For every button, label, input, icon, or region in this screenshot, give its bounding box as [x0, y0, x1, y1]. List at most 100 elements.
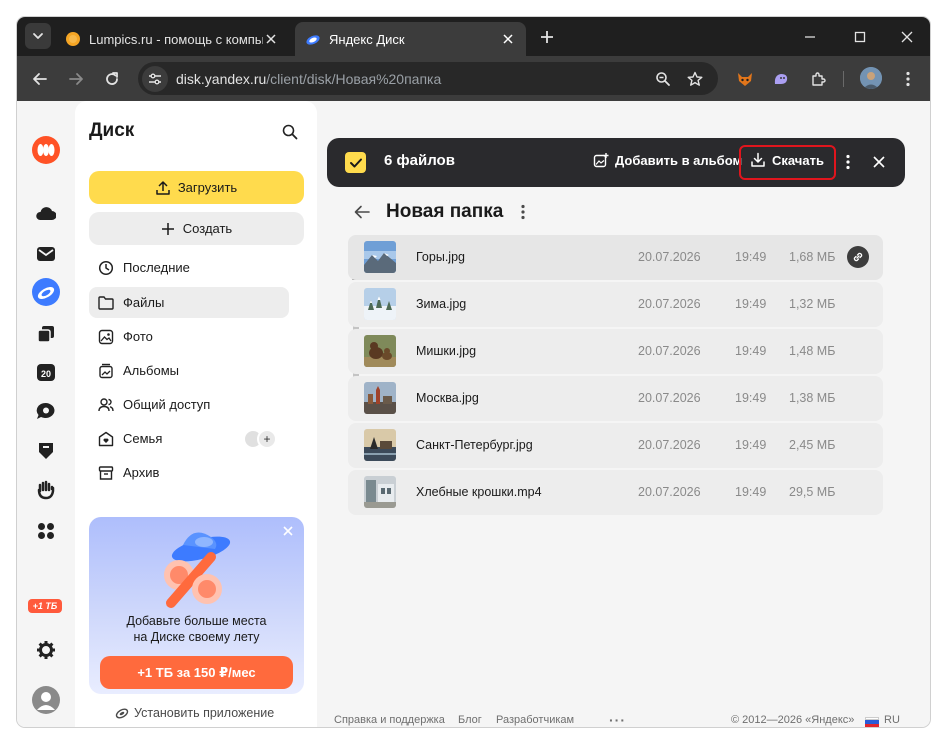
sidebar-item-shared[interactable]: Общий доступ: [89, 389, 289, 420]
file-name: Санкт-Петербург.jpg: [416, 438, 533, 452]
rail-settings[interactable]: [33, 637, 59, 663]
share-link-button[interactable]: [847, 246, 869, 268]
folder-more-button[interactable]: [517, 202, 529, 222]
zoom-icon: [656, 72, 670, 86]
apps-icon: [38, 523, 54, 539]
install-app-link[interactable]: Установить приложение: [115, 706, 274, 720]
sidebar-item-family[interactable]: Семья +: [89, 423, 289, 454]
tab-lumpics[interactable]: Lumpics.ru - помощь с компьютером: [55, 22, 289, 56]
file-date: 20.07.2026: [638, 391, 701, 405]
promo-close-button[interactable]: [280, 523, 296, 539]
language-switcher[interactable]: RU: [884, 714, 900, 726]
chevron-down-icon: [33, 33, 43, 39]
file-date: 20.07.2026: [638, 297, 701, 311]
new-tab-button[interactable]: [536, 26, 558, 48]
arrow-left-icon: [33, 73, 47, 85]
close-window-button[interactable]: [895, 25, 919, 49]
close-icon: [283, 526, 293, 536]
ghost-icon: [774, 74, 788, 84]
maximize-button[interactable]: [848, 25, 872, 49]
rail-hand[interactable]: [33, 477, 59, 503]
yandex-logo[interactable]: [31, 135, 61, 165]
table-row[interactable]: Хлебные крошки.mp4 20.07.2026 19:49 29,5…: [348, 470, 883, 515]
bookmark-button[interactable]: [682, 66, 708, 92]
tab-strip: Lumpics.ru - помощь с компьютером Яндекс…: [17, 17, 930, 56]
profile-avatar[interactable]: [860, 67, 882, 89]
close-icon: [901, 31, 913, 43]
footer-blog-link[interactable]: Блог: [458, 714, 482, 726]
extension-ghost-button[interactable]: [768, 66, 794, 92]
table-row[interactable]: Горы.jpg 20.07.2026 19:49 1,68 МБ: [348, 235, 883, 280]
file-name: Мишки.jpg: [416, 344, 477, 358]
promo-text-line1: Добавьте больше места: [126, 614, 267, 628]
table-row[interactable]: Зима.jpg 20.07.2026 19:49 1,32 МБ: [348, 282, 883, 327]
download-button[interactable]: Скачать: [750, 152, 824, 168]
rail-cloud[interactable]: [33, 200, 59, 226]
rail-messenger[interactable]: [33, 398, 59, 424]
page-content: 20 +1 ТБ Диск Загрузить Создать Последни…: [17, 101, 930, 727]
create-button[interactable]: Создать: [89, 212, 304, 245]
select-all-checkbox[interactable]: [345, 152, 366, 173]
toolbar-separator: [843, 71, 844, 87]
photo-icon: [97, 328, 115, 346]
sidebar-item-photo[interactable]: Фото: [89, 321, 289, 352]
sidebar-item-label: Последние: [123, 260, 190, 275]
orange-circle-icon: [66, 32, 80, 46]
footer-more-button[interactable]: ···: [609, 712, 626, 727]
forward-button[interactable]: [63, 66, 89, 92]
site-info-button[interactable]: [142, 65, 168, 92]
rail-documents[interactable]: [33, 321, 59, 347]
close-icon[interactable]: [263, 31, 279, 47]
search-button[interactable]: [277, 119, 303, 145]
add-to-album-button[interactable]: Добавить в альбом: [593, 152, 742, 168]
rail-calendar[interactable]: 20: [33, 359, 59, 385]
puzzle-icon: [812, 72, 826, 86]
rail-disk[interactable]: [31, 277, 61, 307]
back-to-parent-button[interactable]: [352, 202, 372, 222]
file-size: 1,48 МБ: [789, 344, 836, 358]
minimize-button[interactable]: [798, 25, 822, 49]
rail-all-services[interactable]: [33, 518, 59, 544]
extension-fox-button[interactable]: [732, 66, 758, 92]
sidebar-item-files[interactable]: Файлы: [89, 287, 289, 318]
rail-mail[interactable]: [33, 241, 59, 267]
footer-help-link[interactable]: Справка и поддержка: [334, 714, 445, 726]
file-time: 19:49: [735, 485, 767, 499]
zoom-button[interactable]: [650, 66, 676, 92]
buy-storage-button[interactable]: +1 ТБ за 150 ₽/мес: [100, 656, 293, 689]
rail-protection[interactable]: [33, 438, 59, 464]
table-row[interactable]: Санкт-Петербург.jpg 20.07.2026 19:49 2,4…: [348, 423, 883, 468]
file-thumbnail: [364, 335, 396, 367]
family-avatars[interactable]: +: [243, 429, 279, 449]
cloud-icon: [36, 207, 56, 220]
storage-badge[interactable]: +1 ТБ: [28, 599, 62, 613]
family-add-member[interactable]: +: [257, 429, 277, 449]
browser-menu-button[interactable]: [895, 66, 921, 92]
table-row[interactable]: Москва.jpg 20.07.2026 19:49 1,38 МБ: [348, 376, 883, 421]
file-time: 19:49: [735, 344, 767, 358]
table-row[interactable]: Мишки.jpg 20.07.2026 19:49 1,48 МБ: [348, 329, 883, 374]
promo-text-line2: на Диске своему лету: [133, 630, 260, 644]
address-bar[interactable]: disk.yandex.ru/client/disk/Новая%20папка: [138, 62, 718, 95]
close-icon[interactable]: [500, 31, 516, 47]
extensions-button[interactable]: [805, 66, 831, 92]
russia-flag-icon: [865, 717, 879, 727]
sidebar-item-recent[interactable]: Последние: [89, 252, 289, 283]
user-avatar[interactable]: [31, 685, 61, 715]
selection-more-button[interactable]: [839, 152, 857, 172]
footer-developers-link[interactable]: Разработчикам: [496, 714, 574, 726]
file-thumbnail: [364, 429, 396, 461]
tab-yandex-disk[interactable]: Яндекс Диск: [295, 22, 526, 56]
back-button[interactable]: [27, 66, 53, 92]
sidebar-item-albums[interactable]: Альбомы: [89, 355, 289, 386]
tab-title: Lumpics.ru - помощь с компьютером: [89, 31, 263, 47]
upload-label: Загрузить: [177, 180, 238, 195]
upload-button[interactable]: Загрузить: [89, 171, 304, 204]
clear-selection-button[interactable]: [869, 152, 889, 172]
yandex-disk-icon: [306, 35, 320, 45]
reload-button[interactable]: [99, 66, 125, 92]
tab-search-button[interactable]: [25, 23, 51, 49]
sidebar-item-archive[interactable]: Архив: [89, 457, 289, 488]
search-icon: [282, 124, 298, 140]
folder-icon: [97, 294, 115, 312]
